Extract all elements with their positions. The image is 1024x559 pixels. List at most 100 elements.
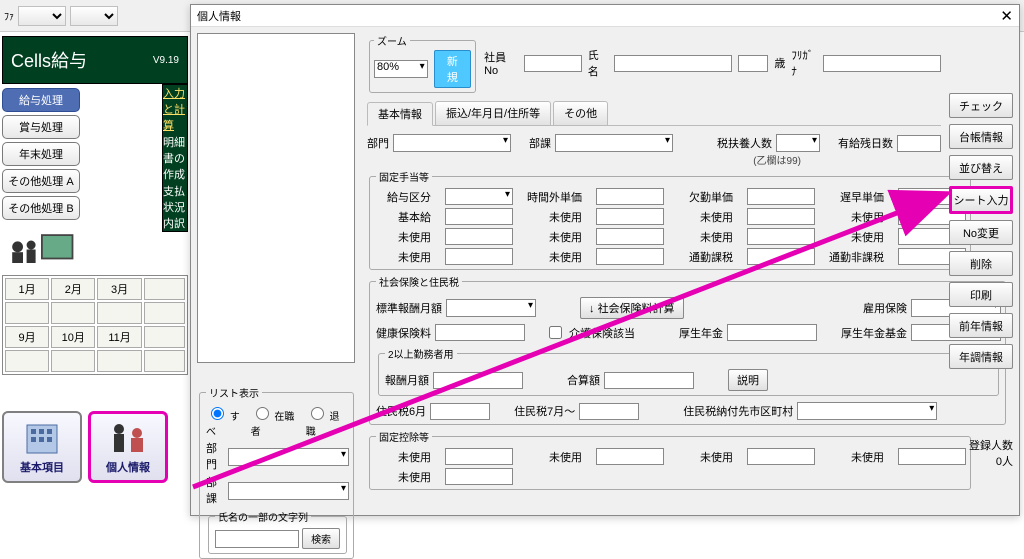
month-cell[interactable] bbox=[5, 350, 49, 372]
radio-tai[interactable]: 退職 bbox=[306, 404, 349, 438]
kousei-input[interactable] bbox=[727, 324, 817, 341]
month-cell[interactable]: 3月 bbox=[97, 278, 141, 300]
month-cell[interactable] bbox=[5, 302, 49, 324]
kk-3[interactable] bbox=[747, 448, 815, 465]
month-cell[interactable] bbox=[144, 278, 185, 300]
keisan-button[interactable]: ↓ 社会保険料計算 bbox=[580, 297, 684, 319]
month-cell[interactable]: 10月 bbox=[51, 326, 95, 348]
jikangai-input[interactable] bbox=[596, 188, 664, 205]
side-tab-nenmatsu[interactable]: 年末処理 bbox=[2, 142, 80, 166]
name-label: 氏名 bbox=[588, 47, 609, 79]
setsumei-button[interactable]: 説明 bbox=[728, 369, 768, 391]
radio-all[interactable]: すべ bbox=[206, 404, 249, 438]
btn-person[interactable]: 個人情報 bbox=[88, 411, 168, 483]
kekkin-input[interactable] bbox=[747, 188, 815, 205]
filter-bumon-select[interactable] bbox=[228, 448, 349, 466]
month-cell[interactable] bbox=[51, 302, 95, 324]
k-a2[interactable] bbox=[445, 228, 513, 245]
month-cell[interactable] bbox=[97, 302, 141, 324]
ju7-input[interactable] bbox=[579, 403, 639, 420]
btn-no-change[interactable]: No変更 bbox=[949, 220, 1013, 245]
btn-prev-year[interactable]: 前年情報 bbox=[949, 313, 1013, 338]
btn-check[interactable]: チェック bbox=[949, 93, 1013, 118]
btn-daicho[interactable]: 台帳情報 bbox=[949, 124, 1013, 149]
btn-delete[interactable]: 削除 bbox=[949, 251, 1013, 276]
kenko-input[interactable] bbox=[435, 324, 525, 341]
kk-2[interactable] bbox=[596, 448, 664, 465]
fuyou-select[interactable] bbox=[776, 134, 820, 152]
fuyou-note: (乙欄は99) bbox=[753, 152, 801, 167]
side-tab-other-a[interactable]: その他処理 A bbox=[2, 169, 80, 193]
k-b3[interactable] bbox=[596, 248, 664, 265]
month-cell[interactable]: 1月 bbox=[5, 278, 49, 300]
btn-nencho[interactable]: 年調情報 bbox=[949, 344, 1013, 369]
k-c1[interactable] bbox=[747, 208, 815, 225]
fuyou-label: 税扶養人数 bbox=[717, 135, 772, 151]
kotei-legend: 固定手当等 bbox=[376, 169, 432, 184]
btn-sheet-input[interactable]: シート入力 bbox=[949, 186, 1013, 214]
age-label: 歳 bbox=[774, 55, 785, 71]
side-tab-kyuyo[interactable]: 給与処理 bbox=[2, 88, 80, 112]
hoshu-input[interactable] bbox=[433, 372, 523, 389]
month-cell[interactable] bbox=[144, 350, 185, 372]
shakai-fieldset: 社会保険と住民税 標準報酬月額 ↓ 社会保険料計算 雇用保険 健康保険料 介護保… bbox=[369, 274, 1006, 425]
name-search-input[interactable] bbox=[215, 530, 299, 548]
brand-header: Cells給与 V9.19 bbox=[2, 36, 188, 84]
k-a3[interactable] bbox=[445, 248, 513, 265]
people-desk-icon bbox=[107, 419, 149, 455]
month-cell[interactable] bbox=[144, 302, 185, 324]
kana-input[interactable] bbox=[823, 55, 941, 72]
k-b1[interactable] bbox=[596, 208, 664, 225]
emp-no-input[interactable] bbox=[524, 55, 582, 72]
bumon-select[interactable] bbox=[393, 134, 511, 152]
link-input-calc[interactable]: 入力と計算 bbox=[163, 85, 187, 133]
shakai-legend: 社会保険と住民税 bbox=[376, 274, 462, 289]
kk-1[interactable] bbox=[445, 448, 513, 465]
month-cell[interactable] bbox=[144, 326, 185, 348]
kihonkyu-input[interactable] bbox=[445, 208, 513, 225]
ju-city-select[interactable] bbox=[797, 402, 937, 420]
new-button[interactable]: 新規 bbox=[434, 50, 471, 88]
side-tab-other-b[interactable]: その他処理 B bbox=[2, 196, 80, 220]
k-c2[interactable] bbox=[747, 228, 815, 245]
name-input[interactable] bbox=[614, 55, 732, 72]
zoom-select[interactable]: 80% bbox=[374, 60, 428, 78]
yukyu-label: 有給残日数 bbox=[838, 135, 893, 151]
hyojun-select[interactable] bbox=[446, 299, 536, 317]
month-cell[interactable]: 2月 bbox=[51, 278, 95, 300]
month-cell[interactable]: 9月 bbox=[5, 326, 49, 348]
link-meisai[interactable]: 明細書の作成 bbox=[163, 134, 187, 182]
personal-info-dialog: 個人情報 ✕ リスト表示 すべ 在職者 退職 部門 部課 氏名の一部の文字列 検… bbox=[190, 4, 1020, 516]
tsukin-kazei-input[interactable] bbox=[747, 248, 815, 265]
busho-select[interactable] bbox=[555, 134, 673, 152]
gassan-input[interactable] bbox=[604, 372, 694, 389]
tab-basic[interactable]: 基本情報 bbox=[367, 102, 433, 126]
link-shiharai[interactable]: 支払状況内訳 bbox=[163, 183, 187, 231]
kyuyo-kubun-select[interactable] bbox=[445, 188, 513, 205]
radio-zai[interactable]: 在職者 bbox=[251, 404, 304, 438]
k-b2[interactable] bbox=[596, 228, 664, 245]
tab-other[interactable]: その他 bbox=[553, 101, 608, 125]
yukyu-input[interactable] bbox=[897, 135, 941, 152]
side-tab-shoyo[interactable]: 賞与処理 bbox=[2, 115, 80, 139]
btn-basic[interactable]: 基本項目 bbox=[2, 411, 82, 483]
kk-5[interactable] bbox=[445, 468, 513, 485]
brand-name: Cells給与 bbox=[11, 47, 87, 73]
ribbon-combo-2[interactable] bbox=[70, 6, 118, 26]
btn-print[interactable]: 印刷 bbox=[949, 282, 1013, 307]
tab-furikomi[interactable]: 振込/年月日/住所等 bbox=[435, 101, 551, 125]
month-cell[interactable]: 11月 bbox=[97, 326, 141, 348]
preview-list[interactable] bbox=[197, 33, 355, 363]
ju6-input[interactable] bbox=[430, 403, 490, 420]
month-cell[interactable] bbox=[51, 350, 95, 372]
kaigo-check[interactable] bbox=[549, 326, 562, 339]
ribbon-combo-1[interactable] bbox=[18, 6, 66, 26]
ni-fieldset: 2以上勤務者用 報酬月額 合算額 説明 bbox=[378, 346, 999, 396]
btn-sort[interactable]: 並び替え bbox=[949, 155, 1013, 180]
filter-busho-select[interactable] bbox=[228, 482, 349, 500]
close-icon[interactable]: ✕ bbox=[1000, 7, 1013, 25]
age-input[interactable] bbox=[738, 55, 768, 72]
kana-label: ﾌﾘｶﾞﾅ bbox=[791, 47, 817, 79]
month-cell[interactable] bbox=[97, 350, 141, 372]
search-button[interactable]: 検索 bbox=[302, 528, 340, 549]
